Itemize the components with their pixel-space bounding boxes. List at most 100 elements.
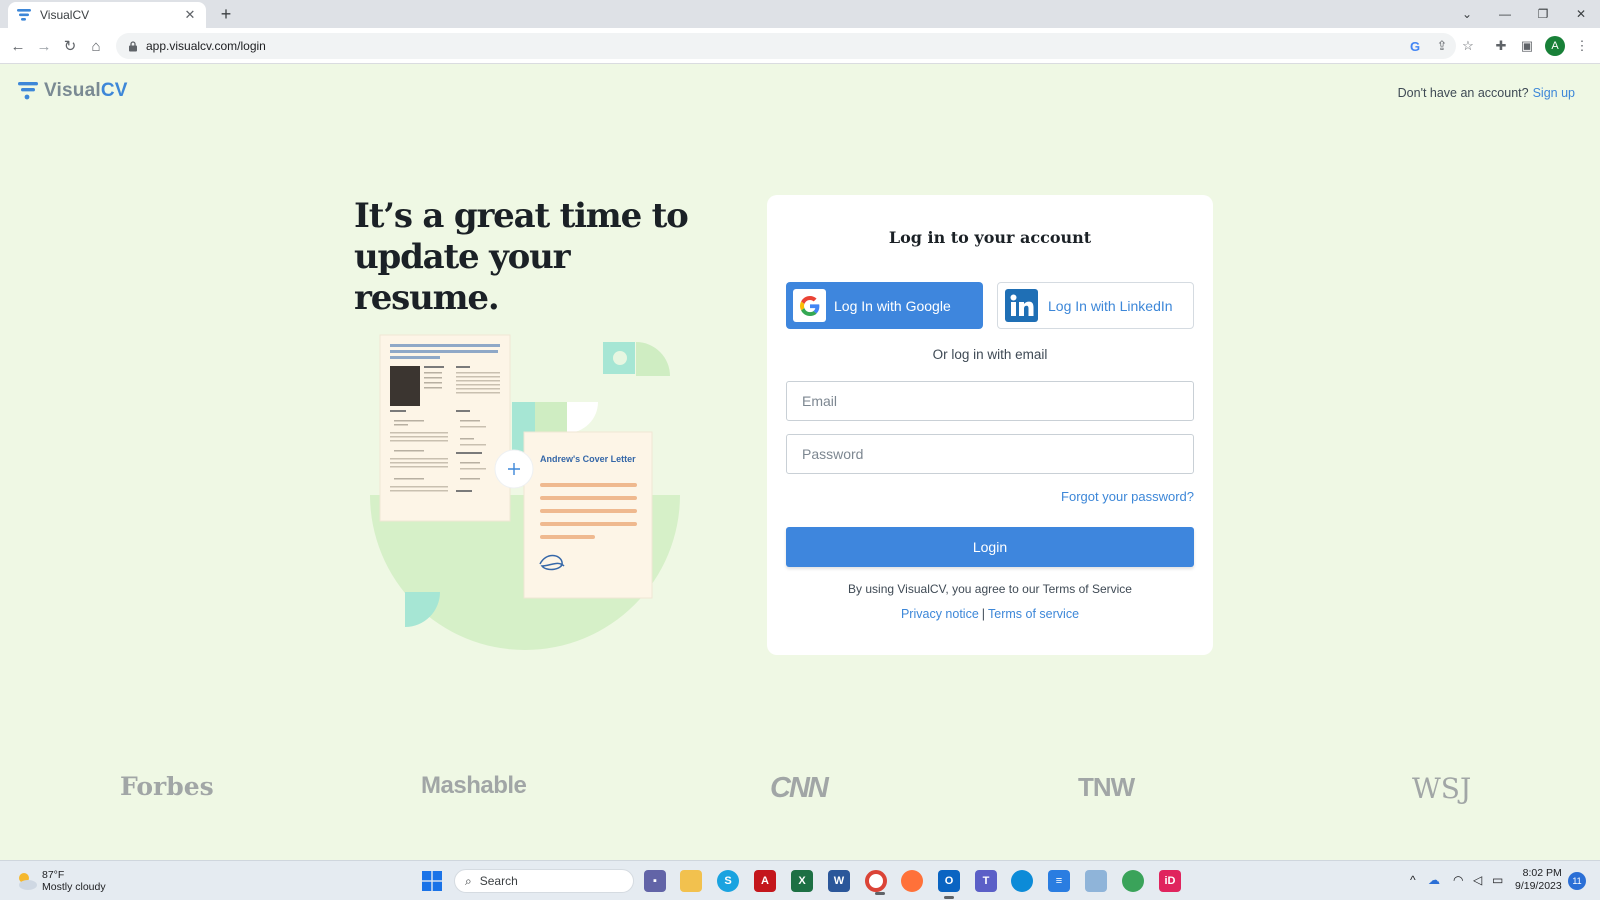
home-icon[interactable]: ⌂ [86,36,106,56]
weather-condition: Mostly cloudy [42,881,106,893]
mint-quarter-shape [405,592,440,627]
clock-date: 9/19/2023 [1515,880,1562,892]
profile-avatar[interactable]: A [1545,36,1565,56]
chrome-icon[interactable] [865,870,887,895]
word-icon[interactable]: W [828,870,850,892]
partly-cloudy-icon [19,873,37,890]
cover-letter-page: Andrew's Cover Letter [523,431,653,599]
tab-search-icon[interactable]: ⌄ [1448,0,1486,28]
terms-of-service-link[interactable]: Terms of service [988,607,1079,621]
signup-link[interactable]: Sign up [1533,86,1575,100]
browser-tabstrip: VisualCV ✕ + ⌄ — ❐ ✕ [0,0,1600,28]
reload-icon[interactable]: ↻ [60,36,80,56]
excel-icon[interactable]: X [791,870,813,892]
forgot-password-link[interactable]: Forgot your password? [1061,489,1194,504]
tnw-logo: TNW [1078,772,1135,802]
windows-start-icon[interactable] [422,871,442,891]
battery-icon[interactable]: ▭ [1492,873,1503,887]
teams-icon[interactable]: T [975,870,997,892]
window-controls: ⌄ — ❐ ✕ [1448,0,1600,28]
white-quarter-shape [567,402,598,433]
no-account-text: Don't have an account? [1397,86,1529,100]
green-square [535,402,567,436]
visualcv-favicon-icon [17,9,31,21]
google-login-label: Log In with Google [834,297,951,314]
side-panel-icon[interactable]: ▣ [1517,36,1537,56]
notepad-icon[interactable]: ≡ [1048,870,1070,892]
new-tab-button[interactable]: + [216,4,236,25]
cnn-logo: CNN [770,772,829,804]
email-field[interactable] [786,381,1194,421]
forward-arrow-icon[interactable]: → [34,36,54,56]
clock-time: 8:02 PM [1522,867,1562,879]
resume-illustration: Andrew's Cover Letter [370,334,680,650]
linkedin-login-label: Log In with LinkedIn [1048,297,1173,314]
volume-icon[interactable]: ◁ [1473,873,1482,887]
logo-visual: Visual [44,80,101,101]
page-headline: It’s a great time to update your resume. [354,196,689,318]
lock-icon [129,40,137,51]
taskbar-search[interactable]: ⌕ Search [454,869,634,893]
google-lens-icon[interactable]: G [1405,36,1425,56]
temperature: 87°F [42,869,65,881]
cover-letter-title: Andrew's Cover Letter [540,454,636,464]
windows-taskbar: 87°F Mostly cloudy ⌕ Search ▪ S A X W O … [0,860,1600,900]
edge-icon[interactable] [1011,870,1033,892]
wifi-icon[interactable]: ◠ [1453,873,1463,887]
visualcv-logo-icon [18,82,38,100]
resume-page [379,334,511,522]
share-icon[interactable]: ⇪ [1432,36,1452,56]
notification-badge[interactable]: 11 [1568,872,1586,890]
link-separator: | [981,607,986,621]
taskbar-search-label: Search [479,874,518,888]
onedrive-icon[interactable]: ☁ [1428,873,1440,887]
browser-toolbar: ← → ↻ ⌂ app.visualcv.com/login G ⇪ ☆ ✚ ▣… [0,28,1600,64]
tab-title: VisualCV [40,8,90,22]
forbes-logo: Forbes [120,772,214,801]
back-arrow-icon[interactable]: ← [8,36,28,56]
tab-close-icon[interactable]: ✕ [182,7,198,23]
restore-button[interactable]: ❐ [1524,0,1562,28]
outlook-icon[interactable]: O [938,870,960,899]
globe-app-icon[interactable] [1122,870,1144,892]
mashable-logo: Mashable [421,772,527,799]
bookmark-star-icon[interactable]: ☆ [1458,36,1478,56]
chart-app-icon[interactable] [1085,870,1107,892]
chat-app-icon[interactable]: ▪ [644,870,666,892]
legal-links: Privacy notice | Terms of service [767,607,1213,621]
wsj-logo: WSJ [1412,772,1472,805]
system-clock[interactable]: 8:02 PM 9/19/2023 [1515,867,1562,893]
acrobat-icon[interactable]: A [754,870,776,892]
search-icon: ⌕ [465,873,472,888]
linkedin-icon [1005,289,1038,322]
logo-cv: CV [100,80,128,101]
url-text: app.visualcv.com/login [146,39,266,53]
privacy-notice-link[interactable]: Privacy notice [901,607,979,621]
login-card: Log in to your account Log In with Googl… [767,195,1213,655]
terms-agreement-text: By using VisualCV, you agree to our Term… [848,582,1132,596]
minimize-button[interactable]: — [1486,0,1524,28]
visualcv-logo[interactable]: VisualCV [18,80,128,102]
login-title: Log in to your account [888,228,1092,247]
logo-text: VisualCV [44,80,128,102]
tray-chevron-icon[interactable]: ^ [1410,873,1416,887]
google-icon [793,289,826,322]
id-app-icon[interactable]: iD [1159,870,1181,892]
login-button[interactable]: Login [786,527,1194,567]
weather-widget[interactable]: 87°F Mostly cloudy [14,869,106,893]
browser-menu-icon[interactable]: ⋮ [1572,36,1592,56]
firefox-icon[interactable] [901,870,923,892]
green-quarter-shape [636,342,670,376]
password-field[interactable] [786,434,1194,474]
file-explorer-icon[interactable] [680,870,702,892]
extensions-icon[interactable]: ✚ [1491,36,1511,56]
address-bar[interactable]: app.visualcv.com/login [116,33,1456,59]
signup-prompt: Don't have an account? Sign up [1398,86,1575,100]
browser-tab[interactable]: VisualCV ✕ [8,2,206,28]
linkedin-login-button[interactable]: Log In with LinkedIn [997,282,1194,329]
or-email-text: Or log in with email [932,347,1048,362]
google-login-button[interactable]: Log In with Google [786,282,983,329]
close-window-button[interactable]: ✕ [1562,0,1600,28]
plus-circle-icon [494,449,534,489]
skype-icon[interactable]: S [717,870,739,892]
